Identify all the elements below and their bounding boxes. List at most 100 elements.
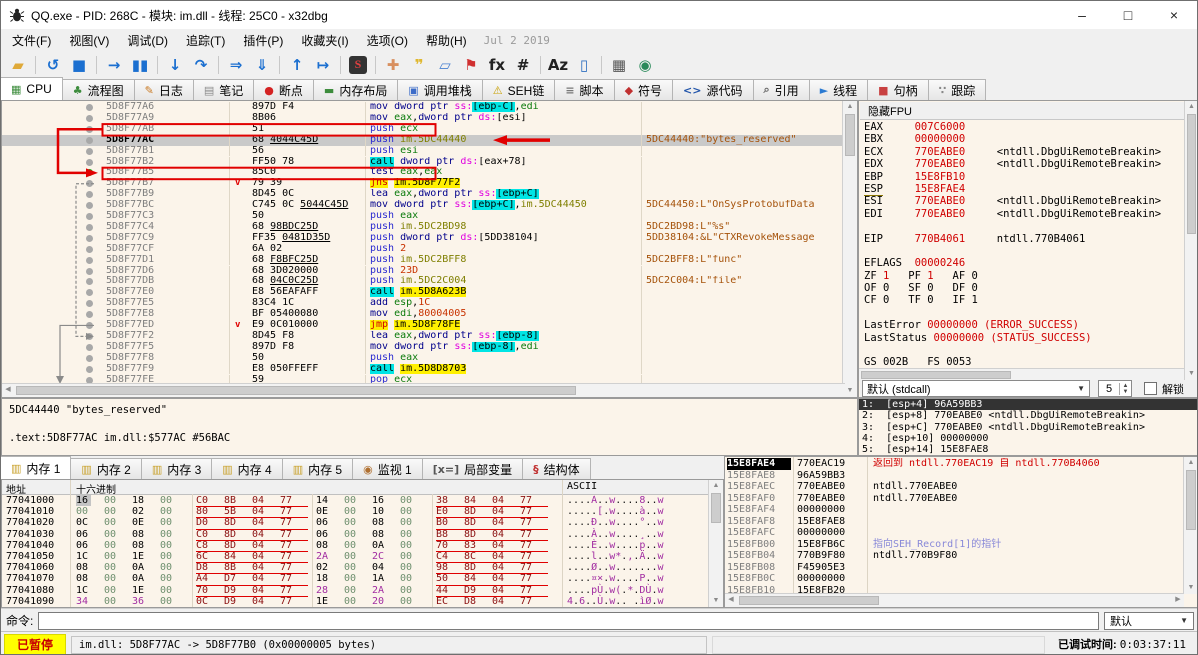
gutter-dot[interactable] — [86, 300, 93, 308]
tab-notes[interactable]: ▤ 笔记 — [192, 79, 255, 100]
menu-item[interactable]: 视图(V) — [60, 29, 118, 52]
breakpoint-gutter[interactable] — [2, 287, 102, 298]
disasm-row[interactable]: 5D8F77C4 68 98BDC25D push im.5DC2BD98 5DC2B… — [2, 221, 843, 233]
hex-dump-pane[interactable]: 地址 十六进制 ASCII 77041000 16 00 18 00 C0 8B 04 77 14… — [1, 479, 724, 608]
disassembly-pane[interactable]: 5D8F77A6 897D F4 mov dword ptr ss:[ebp-C],… — [1, 100, 858, 398]
menu-item[interactable]: 追踪(T) — [177, 29, 234, 52]
scroll-thumb[interactable] — [711, 493, 721, 523]
disasm-row[interactable]: 5D8F77A9 8B06 mov eax,dword ptr ds:[esi] — [2, 112, 843, 124]
gutter-dot[interactable] — [86, 343, 93, 351]
tab-locals[interactable]: [x=] 局部变量 — [421, 458, 524, 479]
step-into-icon[interactable]: ↓ — [163, 54, 187, 76]
run-to-cursor-icon[interactable]: ⇒ — [224, 54, 248, 76]
pause-icon[interactable]: ▮▮ — [128, 54, 152, 76]
scroll-thumb[interactable] — [845, 114, 855, 156]
argument-row[interactable]: 2: [esp+8] 770EABE0 <ntdll.DbgUiRemoteBr… — [859, 410, 1197, 421]
hash-icon[interactable]: # — [511, 54, 535, 76]
gutter-dot[interactable] — [86, 114, 93, 122]
comment-icon[interactable]: ❞ — [407, 54, 431, 76]
hex-row[interactable]: 77041080 1C 00 1E 00 70 D9 04 77 28 00 2A 00 44 D9 04 77… — [2, 585, 709, 597]
scroll-right-icon[interactable]: ▶ — [1172, 594, 1184, 606]
breakpoint-gutter[interactable] — [2, 134, 102, 146]
gutter-dot[interactable] — [86, 289, 93, 297]
tab-script[interactable]: ≡ 脚本 — [554, 79, 615, 100]
close-button[interactable]: × — [1151, 1, 1197, 29]
argument-depth-stepper[interactable]: 5 ▲ ▼ — [1098, 380, 1132, 397]
gutter-dot[interactable] — [86, 234, 93, 242]
disasm-horizontal-scrollbar[interactable]: ◀ — [2, 383, 845, 397]
scroll-up-icon[interactable]: ▲ — [1184, 457, 1197, 469]
tab-seh[interactable]: ⚠ SEH链 — [481, 79, 556, 100]
scroll-left-icon[interactable]: ◀ — [725, 594, 737, 606]
breakpoint-gutter[interactable] — [2, 124, 102, 135]
maximize-button[interactable]: □ — [1105, 1, 1151, 29]
register-line[interactable]: GS 002B FS 0053 — [864, 356, 1182, 368]
tab-watch1[interactable]: ◉ 监视 1 — [352, 458, 423, 479]
breakpoint-gutter[interactable] — [2, 200, 102, 211]
menu-item[interactable]: 帮助(H) — [417, 29, 476, 52]
disasm-row[interactable]: 5D8F77AC 68 4044C45D push im.5DC44440 5DC44… — [2, 134, 843, 146]
hex-row[interactable]: 77041060 08 00 0A 00 D8 8B 04 77 02 00 04 00 98 8D 04 77… — [2, 562, 709, 575]
hex-row[interactable]: 77041070 08 00 0A 00 A4 D7 04 77 18 00 1A 00 50 84 04 77… — [2, 573, 709, 586]
tab-threads[interactable]: ► 线程 — [808, 79, 869, 100]
gutter-dot[interactable] — [86, 147, 93, 155]
gutter-dot[interactable] — [86, 267, 93, 275]
register-line[interactable]: CF 0 TF 0 IF 1 — [864, 294, 1182, 306]
breakpoint-gutter[interactable] — [2, 189, 102, 200]
argument-row[interactable]: 4: [esp+10] 00000000 — [859, 433, 1197, 444]
stepper-arrows-icon[interactable]: ▲ ▼ — [1119, 382, 1131, 395]
breakpoint-gutter[interactable] — [2, 244, 102, 255]
gutter-dot[interactable] — [86, 191, 93, 199]
gutter-dot[interactable] — [86, 365, 93, 373]
scroll-up-icon[interactable]: ▲ — [1185, 101, 1197, 113]
breakpoint-gutter[interactable] — [2, 342, 102, 353]
hex-vertical-scrollbar[interactable]: ▲ ▼ — [708, 480, 723, 607]
disasm-row[interactable]: 5D8F77C3 50 push eax — [2, 211, 843, 222]
stack-pane[interactable]: 15E8FAE4 770EAC19 返回到 ntdll.770EAC19 自 ntd… — [724, 456, 1197, 608]
register-line[interactable]: EIP 770B4061 ntdll.770B4061 — [864, 233, 1182, 245]
gutter-dot[interactable] — [86, 104, 93, 111]
tab-symbols[interactable]: ◆ 符号 — [613, 79, 674, 100]
register-line[interactable]: EBX 00000000 — [864, 133, 1182, 145]
register-line[interactable]: ECX 770EABE0 <ntdll.DbgUiRemoteBreakin> — [864, 146, 1182, 158]
registers-pane[interactable]: 隐藏FPU EAX 007C6000 EBX 00000000 ECX 770EAB… — [858, 100, 1197, 398]
disasm-row[interactable]: 5D8F77DB 68 04C0C25D push im.5DC2C004 5DC2C… — [2, 276, 843, 288]
disasm-row[interactable]: 5D8F77B1 56 push esi — [2, 145, 843, 157]
disasm-row[interactable]: 5D8F77D1 68 F8BFC25D push im.5DC2BFF8 5DC2B… — [2, 254, 843, 266]
disasm-row[interactable]: 5D8F77CF 6A 02 push 2 — [2, 243, 843, 255]
tab-references[interactable]: ⌕ 引用 — [752, 79, 810, 100]
stack-horizontal-scrollbar[interactable]: ◀ ▶ — [725, 593, 1184, 607]
tab-callstack[interactable]: ▣ 调用堆栈 — [397, 79, 483, 100]
scroll-down-icon[interactable]: ▼ — [1184, 582, 1197, 594]
bookmark-icon[interactable]: ⚑ — [459, 54, 483, 76]
disasm-row[interactable]: 5D8F77F5 897D F8 mov dword ptr ss:[ebp-8],… — [2, 341, 843, 353]
register-line[interactable]: EBP 15E8FB10 — [864, 171, 1182, 183]
breakpoint-gutter[interactable] — [2, 353, 102, 364]
menu-item[interactable]: 选项(O) — [358, 29, 417, 52]
gutter-dot[interactable] — [86, 311, 93, 319]
breakpoint-gutter[interactable] — [2, 167, 102, 178]
gutter-dot[interactable] — [86, 332, 93, 340]
hex-row[interactable]: 77041090 34 00 36 00 0C D9 04 77 1E 00 20 00 EC D8 04 77… — [2, 596, 709, 606]
disasm-row[interactable]: 5D8F77F8 50 push eax — [2, 352, 843, 364]
scroll-down-icon[interactable]: ▼ — [1185, 368, 1197, 380]
unlock-checkbox[interactable] — [1144, 382, 1157, 395]
tab-dump1[interactable]: ▥ 内存 1 — [1, 456, 72, 479]
breakpoint-gutter[interactable] — [2, 233, 102, 244]
tab-dump4[interactable]: ▥ 内存 4 — [211, 458, 283, 479]
breakpoint-gutter[interactable] — [2, 276, 102, 287]
step-out-icon[interactable]: ↑ — [285, 54, 309, 76]
breakpoint-gutter[interactable] — [2, 331, 102, 342]
menu-item[interactable]: 收藏夹(I) — [292, 29, 357, 52]
disasm-row[interactable]: 5D8F77E5 83C4 1C add esp,1C — [2, 298, 843, 310]
hex-row[interactable]: 77041050 1C 00 1E 00 6C 84 04 77 2A 00 2C 00 C4 8C 04 77… — [2, 551, 709, 564]
breakpoint-gutter[interactable] — [2, 146, 102, 157]
breakpoint-gutter[interactable] — [2, 222, 102, 233]
scroll-thumb[interactable] — [1187, 114, 1196, 234]
breakpoint-gutter[interactable] — [2, 211, 102, 222]
tab-trace[interactable]: ∵ 跟踪 — [927, 79, 987, 100]
disasm-row[interactable]: 5D8F77E8 BF 05400080 mov edi,80004005 — [2, 309, 843, 320]
scylla-icon[interactable]: S — [349, 55, 367, 74]
phone-icon[interactable]: ▯ — [572, 54, 596, 76]
tab-log[interactable]: ✎ 日志 — [133, 79, 194, 100]
